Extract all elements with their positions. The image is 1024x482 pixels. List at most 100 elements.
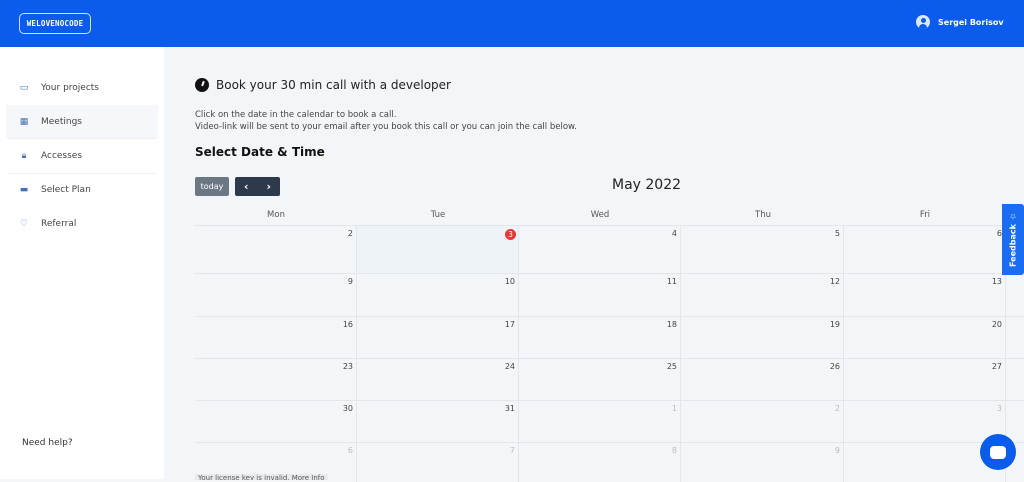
calendar-week: 16 17 18 19 20 bbox=[195, 316, 1024, 358]
day-number: 20 bbox=[991, 320, 1002, 329]
day-number: 1 bbox=[671, 404, 677, 413]
prev-month-button[interactable]: ‹ bbox=[235, 177, 258, 196]
sidebar-item-your-projects[interactable]: ▭ Your projects bbox=[6, 71, 158, 104]
feedback-tab[interactable]: Feedback ☆ bbox=[1002, 204, 1024, 275]
user-menu[interactable]: Sergei Borisov bbox=[916, 15, 1004, 29]
sidebar-item-referral[interactable]: ♡ Referral bbox=[6, 207, 158, 240]
calendar-nav: ‹ › bbox=[235, 177, 280, 196]
calendar-day-cell[interactable]: 18 bbox=[519, 317, 681, 358]
day-number: 2 bbox=[834, 404, 840, 413]
day-header: Wed bbox=[590, 210, 610, 220]
chat-button[interactable] bbox=[980, 434, 1016, 470]
calendar-day-cell[interactable]: 4 bbox=[519, 226, 681, 273]
calendar-day-cell[interactable]: 25 bbox=[519, 359, 681, 400]
calendar-month-title: May 2022 bbox=[612, 177, 682, 193]
calendar-day-cell[interactable]: 31 bbox=[357, 401, 519, 442]
day-header: Thu bbox=[755, 210, 771, 220]
calendar-day-cell[interactable]: 13 bbox=[844, 274, 1006, 316]
day-number: 13 bbox=[991, 277, 1002, 286]
calendar-day-cell[interactable]: 5 bbox=[682, 226, 844, 273]
star-icon: ☆ bbox=[1008, 212, 1018, 222]
next-month-button[interactable]: › bbox=[258, 177, 281, 196]
calendar-day-cell[interactable]: 11 bbox=[519, 274, 681, 316]
day-number: 11 bbox=[666, 277, 677, 286]
calendar-day-cell[interactable]: 20 bbox=[844, 317, 1006, 358]
day-number: 24 bbox=[504, 362, 515, 371]
calendar-day-cell[interactable]: 7 bbox=[357, 443, 519, 482]
instruction-line: Video-link will be sent to your email af… bbox=[195, 122, 577, 132]
calendar-day-cell[interactable]: 16 bbox=[195, 317, 357, 358]
calendar-day-cell[interactable]: 9 bbox=[195, 274, 357, 316]
day-number: 19 bbox=[829, 320, 840, 329]
calendar-day-cell[interactable]: 17 bbox=[357, 317, 519, 358]
sidebar-item-meetings[interactable]: ▦ Meetings bbox=[6, 105, 158, 138]
day-header: Mon bbox=[267, 210, 285, 220]
day-number: 5 bbox=[834, 229, 840, 238]
sidebar-item-accesses[interactable]: 🔒︎ Accesses bbox=[6, 139, 158, 172]
sidebar-item-label: Accesses bbox=[41, 150, 83, 161]
calendar-icon: ▦ bbox=[19, 116, 29, 127]
lock-icon: 🔒︎ bbox=[21, 150, 27, 161]
calendar-day-cell[interactable]: 27 bbox=[844, 359, 1006, 400]
day-number: 6 bbox=[347, 446, 353, 455]
calendar-day-cell[interactable]: 1 bbox=[519, 401, 681, 442]
day-number: 30 bbox=[342, 404, 353, 413]
calendar-day-cell[interactable]: 6 bbox=[844, 226, 1006, 273]
calendar-day-cell[interactable]: 3 bbox=[357, 226, 519, 273]
card-icon: ▬ bbox=[19, 184, 29, 195]
day-number: 2 bbox=[347, 229, 353, 238]
sidebar-item-select-plan[interactable]: ▬ Select Plan bbox=[6, 173, 158, 206]
top-bar: WELOVENOCODE Sergei Borisov bbox=[0, 0, 1024, 47]
day-header: Tue bbox=[430, 210, 446, 220]
calendar-day-cell[interactable]: 2 bbox=[682, 401, 844, 442]
day-number: 26 bbox=[829, 362, 840, 371]
day-number: 12 bbox=[829, 277, 840, 286]
feedback-label: Feedback bbox=[1008, 224, 1018, 267]
day-number: 9 bbox=[347, 277, 353, 286]
projects-icon: ▭ bbox=[19, 82, 29, 93]
calendar-week: 9 10 11 12 13 bbox=[195, 273, 1024, 316]
calendar-day-cell[interactable]: 26 bbox=[682, 359, 844, 400]
page-title: Book your 30 min call with a developer bbox=[195, 78, 451, 92]
calendar-day-cell[interactable]: 9 bbox=[682, 443, 844, 482]
calendar-week: 23 24 25 26 27 bbox=[195, 358, 1024, 400]
divider bbox=[8, 138, 156, 139]
day-number: 10 bbox=[504, 277, 515, 286]
sidebar-item-label: Meetings bbox=[41, 116, 82, 127]
calendar-day-cell[interactable]: 23 bbox=[195, 359, 357, 400]
day-number: 3 bbox=[505, 229, 516, 240]
heart-icon: ♡ bbox=[19, 218, 29, 229]
day-number: 9 bbox=[834, 446, 840, 455]
day-number: 25 bbox=[666, 362, 677, 371]
calendar-day-cell[interactable]: 24 bbox=[357, 359, 519, 400]
calendar-day-cell[interactable]: 8 bbox=[519, 443, 681, 482]
calendar-week: 2 3 4 56 bbox=[195, 225, 1024, 273]
calendar-day-cell[interactable]: 2 bbox=[195, 226, 357, 273]
user-avatar-icon bbox=[916, 15, 930, 29]
calendar-day-cell[interactable]: 3 bbox=[844, 401, 1006, 442]
day-number: 17 bbox=[504, 320, 515, 329]
page-title-text: Book your 30 min call with a developer bbox=[216, 78, 451, 92]
calendar-day-cell[interactable]: 12 bbox=[682, 274, 844, 316]
instruction-line: Click on the date in the calendar to boo… bbox=[195, 110, 397, 120]
day-number: 8 bbox=[671, 446, 677, 455]
sidebar-item-label: Your projects bbox=[41, 82, 99, 93]
today-button[interactable]: today bbox=[195, 177, 229, 196]
day-number: 27 bbox=[991, 362, 1002, 371]
logo[interactable]: WELOVENOCODE bbox=[19, 13, 91, 34]
license-warning[interactable]: Your license key is invalid. More Info bbox=[195, 474, 328, 480]
section-heading: Select Date & Time bbox=[195, 145, 325, 159]
calendar-day-cell[interactable]: 10 bbox=[357, 274, 519, 316]
day-number: 7 bbox=[509, 446, 515, 455]
day-header: Fri bbox=[919, 210, 931, 220]
chat-icon bbox=[990, 445, 1006, 459]
need-help-link[interactable]: Need help? bbox=[22, 438, 73, 448]
calendar-day-cell[interactable]: 19 bbox=[682, 317, 844, 358]
calendar-day-cell[interactable]: 30 bbox=[195, 401, 357, 442]
day-number: 23 bbox=[342, 362, 353, 371]
calendar-week: 30 31 1 2 3 bbox=[195, 400, 1024, 442]
sidebar-item-label: Referral bbox=[41, 218, 77, 229]
instructions: Click on the date in the calendar to boo… bbox=[195, 109, 577, 133]
day-number: 16 bbox=[342, 320, 353, 329]
day-number: 4 bbox=[671, 229, 677, 238]
